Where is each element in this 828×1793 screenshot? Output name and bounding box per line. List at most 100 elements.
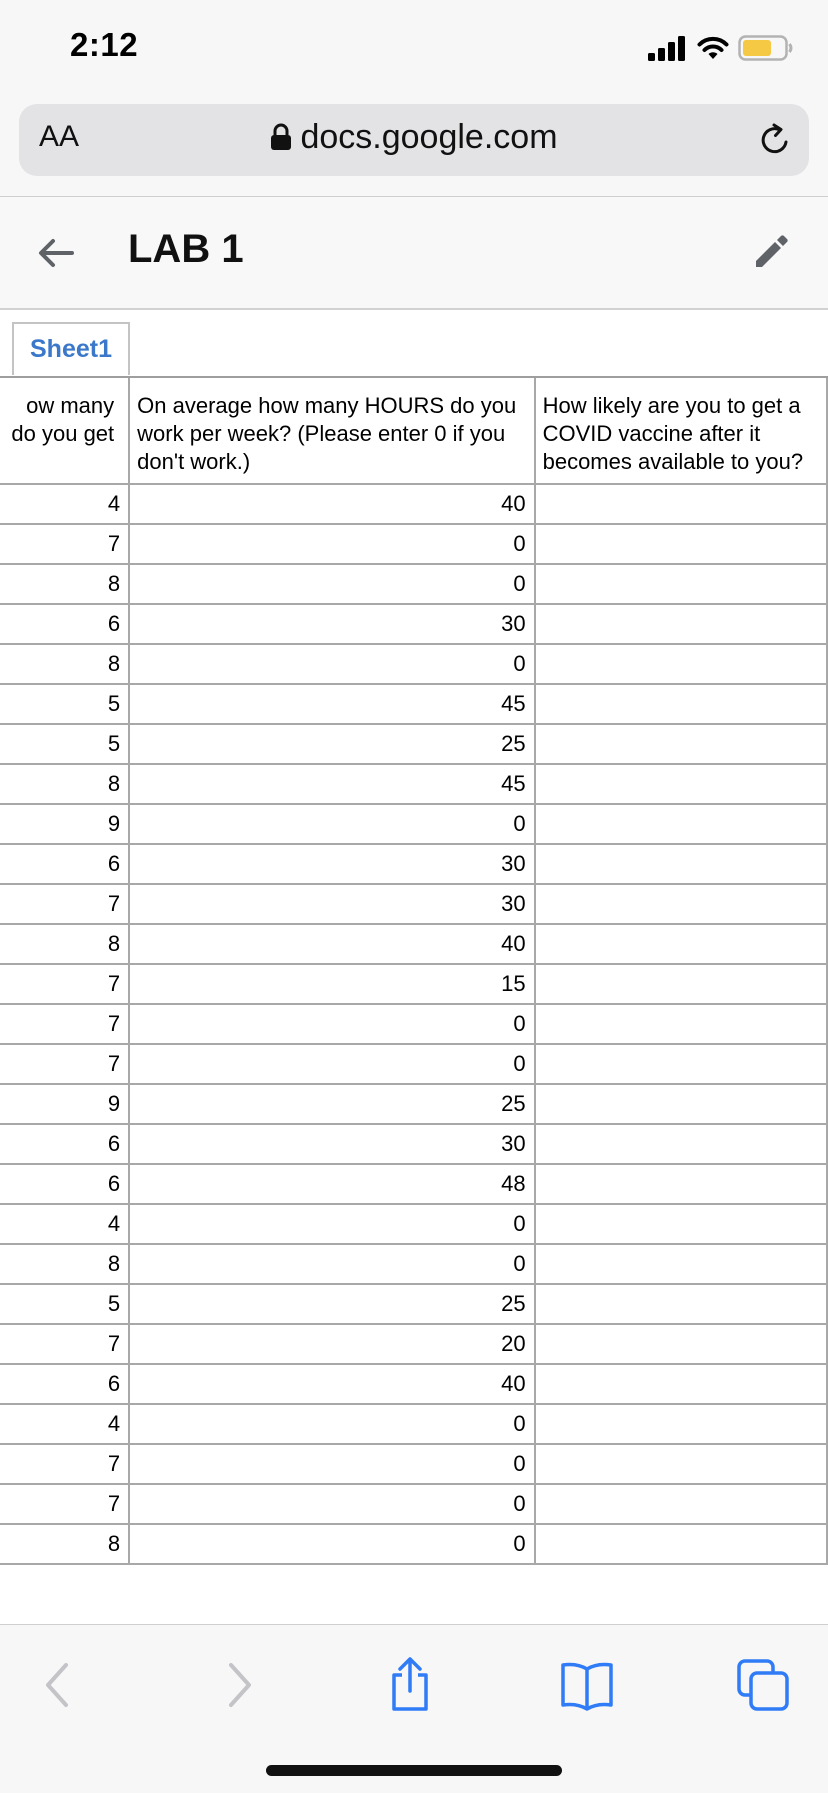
table-cell[interactable]: 6 <box>0 604 131 645</box>
table-cell[interactable]: 9 <box>0 804 131 845</box>
table-cell[interactable] <box>534 1204 828 1245</box>
table-cell[interactable]: 45 <box>129 684 536 725</box>
table-cell[interactable] <box>534 484 828 525</box>
header-cell[interactable]: On average how many HOURS do you work pe… <box>129 378 536 485</box>
table-cell[interactable]: 7 <box>0 1324 131 1365</box>
url-field[interactable]: docs.google.com <box>19 118 809 157</box>
table-cell[interactable] <box>534 1284 828 1325</box>
table-cell[interactable]: 8 <box>0 1524 131 1565</box>
table-cell[interactable]: 0 <box>129 1444 536 1485</box>
table-cell[interactable]: 0 <box>129 1004 536 1045</box>
table-cell[interactable] <box>534 804 828 845</box>
table-cell[interactable]: 7 <box>0 1444 131 1485</box>
table-cell[interactable]: 40 <box>129 484 536 525</box>
table-cell[interactable]: 0 <box>129 644 536 685</box>
table-cell[interactable]: 25 <box>129 1084 536 1125</box>
table-cell[interactable]: 30 <box>129 884 536 925</box>
table-cell[interactable] <box>534 1004 828 1045</box>
table-cell[interactable]: 8 <box>0 764 131 805</box>
table-cell[interactable]: 0 <box>129 1524 536 1565</box>
table-cell[interactable]: 7 <box>0 1004 131 1045</box>
table-cell[interactable]: 0 <box>129 1404 536 1445</box>
table-cell[interactable] <box>534 604 828 645</box>
table-cell[interactable]: 6 <box>0 844 131 885</box>
table-cell[interactable] <box>534 1404 828 1445</box>
table-cell[interactable] <box>534 1484 828 1525</box>
table-cell[interactable] <box>534 1324 828 1365</box>
table-cell[interactable] <box>534 884 828 925</box>
pencil-icon[interactable] <box>752 231 792 271</box>
table-cell[interactable]: 25 <box>129 724 536 765</box>
table-cell[interactable] <box>534 964 828 1005</box>
table-cell[interactable]: 0 <box>129 564 536 605</box>
table-cell[interactable]: 30 <box>129 604 536 645</box>
table-cell[interactable]: 6 <box>0 1164 131 1205</box>
arrow-left-icon[interactable] <box>36 233 76 273</box>
table-cell[interactable]: 0 <box>129 1044 536 1085</box>
table-cell[interactable] <box>534 1244 828 1285</box>
table-cell[interactable]: 4 <box>0 1204 131 1245</box>
table-cell[interactable] <box>534 1444 828 1485</box>
header-cell[interactable]: ow many do you get <box>0 378 131 485</box>
table-cell[interactable]: 0 <box>129 524 536 565</box>
table-cell[interactable] <box>534 564 828 605</box>
table-cell[interactable]: 4 <box>0 1404 131 1445</box>
table-cell[interactable]: 7 <box>0 1044 131 1085</box>
table-cell[interactable]: 6 <box>0 1124 131 1165</box>
table-cell[interactable]: 8 <box>0 924 131 965</box>
reload-icon[interactable] <box>757 122 793 158</box>
table-cell[interactable] <box>534 1044 828 1085</box>
table-cell[interactable]: 40 <box>129 1364 536 1405</box>
table-cell[interactable]: 8 <box>0 644 131 685</box>
table-cell[interactable] <box>534 1164 828 1205</box>
table-cell[interactable]: 40 <box>129 924 536 965</box>
table-cell[interactable]: 48 <box>129 1164 536 1205</box>
table-cell[interactable]: 7 <box>0 1484 131 1525</box>
forward-chevron-icon[interactable] <box>207 1655 267 1715</box>
table-cell[interactable]: 30 <box>129 1124 536 1165</box>
table-cell[interactable]: 25 <box>129 1284 536 1325</box>
header-cell[interactable]: How likely are you to get a COVID vaccin… <box>534 378 828 485</box>
cellular-signal-icon <box>648 36 685 61</box>
table-cell[interactable] <box>534 724 828 765</box>
table-cell[interactable]: 15 <box>129 964 536 1005</box>
table-cell[interactable]: 0 <box>129 1484 536 1525</box>
book-icon[interactable] <box>557 1655 617 1715</box>
table-cell[interactable]: 9 <box>0 1084 131 1125</box>
table-cell[interactable]: 5 <box>0 724 131 765</box>
table-row: 8 45 <box>0 764 828 805</box>
sheet-tab[interactable]: Sheet1 <box>12 322 130 375</box>
table-row: 6 30 <box>0 844 828 885</box>
table-cell[interactable] <box>534 764 828 805</box>
table-cell[interactable]: 6 <box>0 1364 131 1405</box>
share-icon[interactable] <box>380 1655 440 1715</box>
table-cell[interactable] <box>534 1524 828 1565</box>
table-cell[interactable]: 7 <box>0 964 131 1005</box>
table-cell[interactable]: 20 <box>129 1324 536 1365</box>
back-chevron-icon[interactable] <box>30 1655 90 1715</box>
tabs-icon[interactable] <box>733 1655 793 1715</box>
table-cell[interactable]: 30 <box>129 844 536 885</box>
table-cell[interactable] <box>534 1124 828 1165</box>
table-cell[interactable]: 0 <box>129 804 536 845</box>
table-cell[interactable] <box>534 1364 828 1405</box>
spreadsheet-grid[interactable]: ow many do you get On average how many H… <box>0 376 828 1626</box>
table-cell[interactable]: 5 <box>0 684 131 725</box>
table-cell[interactable] <box>534 844 828 885</box>
table-cell[interactable] <box>534 524 828 565</box>
table-cell[interactable]: 45 <box>129 764 536 805</box>
address-bar[interactable]: AA docs.google.com <box>19 104 809 176</box>
table-row: 80 <box>0 1244 828 1285</box>
table-cell[interactable]: 4 <box>0 484 131 525</box>
table-cell[interactable] <box>534 1084 828 1125</box>
table-cell[interactable] <box>534 684 828 725</box>
table-cell[interactable]: 8 <box>0 564 131 605</box>
table-cell[interactable]: 0 <box>129 1204 536 1245</box>
table-cell[interactable]: 8 <box>0 1244 131 1285</box>
table-cell[interactable] <box>534 924 828 965</box>
table-cell[interactable]: 7 <box>0 524 131 565</box>
table-cell[interactable] <box>534 644 828 685</box>
table-cell[interactable]: 7 <box>0 884 131 925</box>
table-cell[interactable]: 5 <box>0 1284 131 1325</box>
table-cell[interactable]: 0 <box>129 1244 536 1285</box>
